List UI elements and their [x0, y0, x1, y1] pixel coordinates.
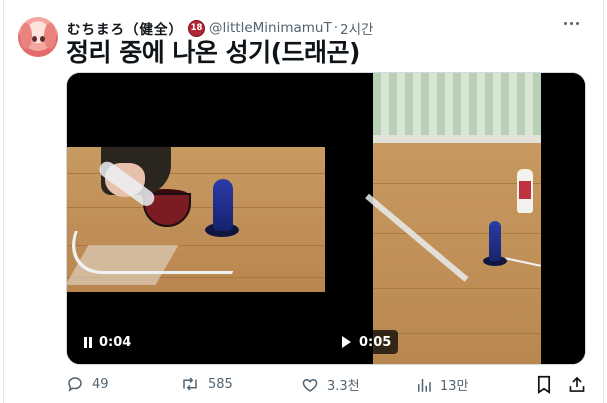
view-count: 13만	[440, 379, 469, 394]
views-icon	[418, 378, 431, 392]
video-1-timer[interactable]: 0:04	[77, 330, 139, 354]
video-2[interactable]: 0:05	[327, 73, 585, 364]
heart-icon	[302, 378, 318, 392]
like-count: 3.3천	[327, 379, 360, 394]
avatar-eye-right	[40, 36, 45, 42]
avatar-eye-left	[32, 36, 37, 42]
repost-count: 585	[208, 376, 233, 392]
cable	[67, 231, 248, 274]
play-icon[interactable]	[342, 336, 351, 348]
curtain	[373, 73, 541, 135]
share-icon[interactable]	[568, 375, 586, 394]
like-button[interactable]: 3.3천	[301, 375, 360, 394]
action-bar: 49 585 3.3천 13만	[66, 375, 586, 397]
reply-button[interactable]: 49	[66, 375, 109, 393]
post-text: 정리 중에 나온 성기(드래곤)	[66, 38, 360, 67]
video-1-time: 0:04	[99, 334, 132, 350]
reply-icon	[68, 377, 82, 392]
reply-count: 49	[92, 376, 109, 392]
media-grid[interactable]: 0:04 0:05	[66, 72, 586, 365]
video-2-timer[interactable]: 0:05	[335, 330, 399, 354]
avatar-hair-left	[20, 23, 32, 49]
left-border	[3, 0, 4, 403]
avatar[interactable]	[18, 17, 58, 57]
repost-button[interactable]: 585	[180, 375, 233, 393]
video-2-time: 0:05	[359, 334, 392, 350]
repost-icon	[183, 377, 197, 391]
pause-icon[interactable]	[84, 336, 92, 348]
floor-scene	[373, 143, 541, 364]
views-button[interactable]: 13만	[416, 375, 469, 394]
right-border	[603, 0, 604, 403]
avatar-hair-right	[44, 23, 56, 49]
bookmark-icon[interactable]	[536, 375, 552, 394]
blue-figure	[213, 179, 233, 231]
video-1[interactable]: 0:04	[67, 73, 325, 364]
more-options-icon[interactable]	[564, 22, 579, 25]
blue-figure	[489, 221, 501, 261]
